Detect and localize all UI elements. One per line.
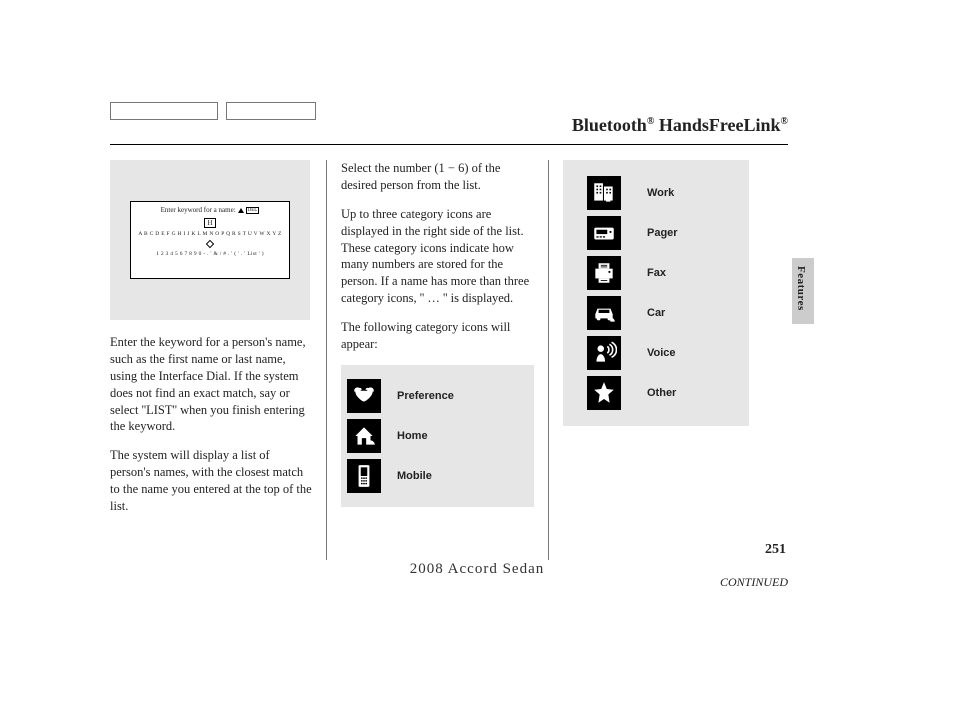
icon-row-preference: Preference [347, 379, 528, 413]
column-3: Work Pager Fax [548, 160, 788, 560]
col1-para2: The system will display a list of person… [110, 447, 312, 515]
content-columns: Enter keyword for a name: DEL H A B C D … [110, 160, 788, 560]
icon-label: Other [647, 387, 676, 399]
placeholder-box-2 [226, 102, 316, 120]
registered-mark-2: ® [781, 116, 788, 127]
page-number: 251 [765, 542, 786, 558]
screen-prompt: Enter keyword for a name: [161, 206, 236, 214]
column-1: Enter keyword for a name: DEL H A B C D … [110, 160, 326, 560]
icon-label: Pager [647, 227, 678, 239]
voice-icon [587, 336, 621, 370]
icon-label: Voice [647, 347, 676, 359]
num-row: 1 2 3 4 5 6 7 8 9 0 - . ' & / # . ' ( ' … [131, 251, 289, 259]
icon-label: Home [397, 430, 428, 442]
icon-label: Mobile [397, 470, 432, 482]
icon-row-voice: Voice [587, 336, 741, 370]
car-icon [587, 296, 621, 330]
icon-label: Work [647, 187, 674, 199]
icon-section-left: Preference Home Mobile [341, 365, 534, 507]
selected-letter: H [204, 218, 215, 228]
screen-del: DEL [246, 207, 260, 214]
col2-para2: Up to three category icons are displayed… [341, 206, 534, 307]
screen-inner: Enter keyword for a name: DEL H A B C D … [130, 201, 290, 279]
icon-label: Car [647, 307, 665, 319]
page-header: Bluetooth® HandsFreeLink® [572, 115, 788, 136]
diamond-icon [206, 239, 214, 247]
home-icon [347, 419, 381, 453]
icon-row-pager: Pager [587, 216, 741, 250]
footer-model: 2008 Accord Sedan [0, 561, 954, 578]
top-placeholder-boxes [110, 102, 316, 120]
icon-section-right: Work Pager Fax [563, 160, 749, 426]
other-icon [587, 376, 621, 410]
header-text-a: Bluetooth [572, 115, 647, 135]
preference-icon [347, 379, 381, 413]
icon-row-other: Other [587, 376, 741, 410]
keyboard-screen-illustration: Enter keyword for a name: DEL H A B C D … [110, 160, 310, 320]
header-text-b: HandsFreeLink [654, 115, 780, 135]
work-icon [587, 176, 621, 210]
column-2: Select the number (1 − 6) of the desired… [326, 160, 548, 560]
col1-para1: Enter the keyword for a person's name, s… [110, 334, 312, 435]
icon-row-car: Car [587, 296, 741, 330]
placeholder-box-1 [110, 102, 218, 120]
icon-label: Fax [647, 267, 666, 279]
alpha-row: A B C D E F G H I J K L M N O P Q R S T … [131, 231, 289, 239]
icon-label: Preference [397, 390, 454, 402]
icon-row-fax: Fax [587, 256, 741, 290]
icon-row-work: Work [587, 176, 741, 210]
icon-row-home: Home [347, 419, 528, 453]
mobile-icon [347, 459, 381, 493]
icon-row-mobile: Mobile [347, 459, 528, 493]
up-triangle-icon [238, 208, 244, 213]
header-rule [110, 144, 788, 145]
section-tab-label: Features [795, 266, 807, 311]
fax-icon [587, 256, 621, 290]
pager-icon [587, 216, 621, 250]
col2-para3: The following category icons will appear… [341, 319, 534, 353]
col2-para1: Select the number (1 − 6) of the desired… [341, 160, 534, 194]
manual-page: Bluetooth® HandsFreeLink® Features Enter… [0, 0, 954, 710]
